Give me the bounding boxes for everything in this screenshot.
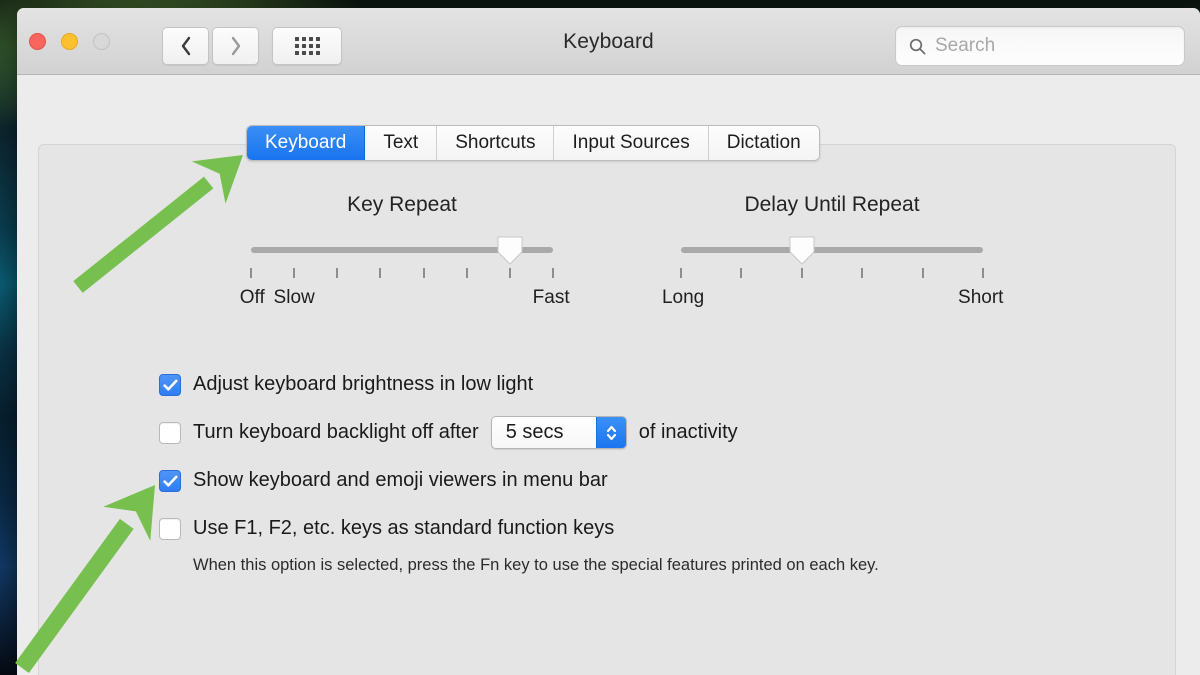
search-input[interactable]: Search: [935, 35, 995, 57]
key-repeat-thumb[interactable]: [496, 235, 524, 265]
delay-until-repeat-label: Short: [958, 287, 1004, 308]
tab-text[interactable]: Text: [365, 126, 438, 160]
tick: [379, 268, 382, 278]
tick: [250, 268, 252, 278]
key-repeat-label: Slow: [273, 287, 315, 308]
key-repeat-title: Key Repeat: [347, 193, 457, 216]
key-repeat-slider[interactable]: [251, 236, 553, 265]
tick: [800, 268, 803, 278]
search-field[interactable]: Search: [895, 26, 1185, 66]
option-label-show-viewers: Show keyboard and emoji viewers in menu …: [193, 469, 608, 491]
preferences-content: Keyboard Text Shortcuts Input Sources Dictat…: [17, 75, 1200, 675]
checkbox-backlight-off[interactable]: [159, 421, 181, 444]
checkbox-adjust-brightness[interactable]: [159, 373, 181, 396]
key-repeat-group: Key Repeat Off Slow Fast: [232, 193, 572, 311]
option-row-show-viewers[interactable]: Show keyboard and emoji viewers in menu …: [159, 466, 1139, 495]
tab-keyboard[interactable]: Keyboard: [247, 126, 366, 160]
tab-dictation[interactable]: Dictation: [708, 126, 819, 160]
options-list: Adjust keyboard brightness in low light …: [159, 370, 1139, 575]
delay-until-repeat-ticks: [680, 268, 984, 282]
tick: [465, 268, 468, 278]
tick: [293, 268, 296, 278]
tick: [422, 268, 425, 278]
option-label-function-keys: Use F1, F2, etc. keys as standard functi…: [193, 517, 615, 539]
option-row-adjust-brightness[interactable]: Adjust keyboard brightness in low light: [159, 370, 1139, 399]
search-icon: [909, 38, 926, 54]
tick: [552, 268, 554, 278]
tick: [982, 268, 984, 278]
tab-bar: Keyboard Text Shortcuts Input Sources Dictat…: [246, 125, 820, 161]
delay-until-repeat-thumb[interactable]: [788, 235, 816, 265]
key-repeat-label: Fast: [532, 287, 570, 308]
option-label-adjust-brightness: Adjust keyboard brightness in low light: [193, 373, 534, 395]
delay-until-repeat-group: Delay Until Repeat Long Short: [662, 193, 1003, 311]
delay-until-repeat-label: Long: [661, 287, 705, 308]
tick: [336, 268, 339, 278]
tick: [861, 268, 864, 278]
key-repeat-label: Off: [239, 287, 265, 308]
delay-until-repeat-labels: Long Short: [662, 287, 1003, 311]
checkbox-show-viewers[interactable]: [159, 469, 181, 492]
tab-shortcuts[interactable]: Shortcuts: [437, 126, 555, 160]
checkmark-icon: [163, 379, 178, 391]
chevron-up-down-icon: [606, 425, 616, 440]
window-titlebar: Keyboard Search: [17, 8, 1200, 75]
tick: [921, 268, 924, 278]
option-row-function-keys[interactable]: Use F1, F2, etc. keys as standard functi…: [159, 514, 1139, 543]
checkmark-icon: [163, 475, 178, 487]
delay-until-repeat-title: Delay Until Repeat: [744, 193, 920, 216]
tick: [740, 268, 743, 278]
tick: [680, 268, 682, 278]
key-repeat-labels: Off Slow Fast: [240, 287, 570, 311]
system-preferences-window: Keyboard Search Keyboard Text Shortcuts Inp…: [17, 8, 1200, 675]
backlight-delay-popup[interactable]: 5 secs: [490, 416, 627, 449]
tab-input-sources[interactable]: Input Sources: [554, 126, 709, 160]
key-repeat-ticks: [250, 268, 554, 282]
option-row-backlight-off[interactable]: Turn keyboard backlight off after 5 secs…: [159, 416, 1139, 449]
checkbox-function-keys[interactable]: [159, 517, 181, 540]
function-keys-help-text: When this option is selected, press the …: [193, 556, 879, 574]
delay-until-repeat-track[interactable]: [681, 247, 983, 253]
option-label-backlight-off: Turn keyboard backlight off after: [193, 421, 479, 443]
delay-until-repeat-slider[interactable]: [681, 236, 983, 265]
backlight-delay-value: 5 secs: [491, 417, 596, 448]
tick: [508, 268, 511, 278]
stepper-icon[interactable]: [595, 417, 626, 448]
option-suffix-backlight-off: of inactivity: [638, 421, 738, 443]
